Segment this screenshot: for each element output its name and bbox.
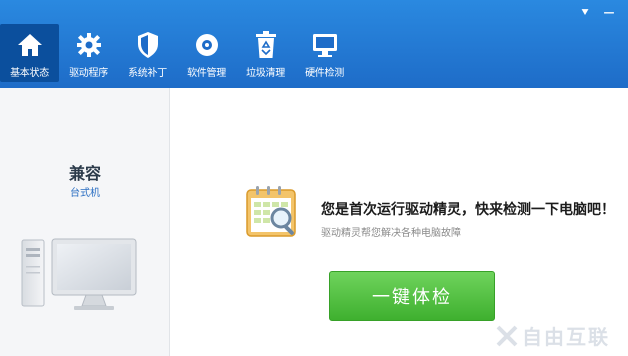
nav-label: 驱动程序 — [69, 68, 108, 79]
disc-icon — [192, 30, 222, 60]
calendar-magnifier-icon — [245, 184, 301, 244]
device-type: 台式机 — [70, 188, 100, 199]
watermark: 自由互联 — [496, 321, 610, 350]
menu-dropdown-button[interactable]: ⯆ — [576, 6, 594, 20]
shield-icon — [133, 30, 163, 60]
window-controls: ⯆ — — [576, 6, 618, 20]
nav-label: 基本状态 — [10, 68, 49, 79]
one-click-check-button[interactable]: 一键体检 — [329, 271, 495, 321]
main-content: 您是首次运行驱动精灵，快来检测一下电脑吧！ 驱动精灵帮您解决各种电脑故障 一键体… — [171, 88, 628, 356]
recycle-bin-icon — [251, 30, 281, 60]
nav-item-basic-status[interactable]: 基本状态 — [0, 24, 59, 82]
nav-label: 系统补丁 — [128, 68, 167, 79]
main-nav: 基本状态 驱动程序 系统补丁 软件管理 垃圾清理 硬件检测 — [0, 24, 354, 82]
nav-item-system-patch[interactable]: 系统补丁 — [118, 24, 177, 82]
nav-label: 硬件检测 — [305, 68, 344, 79]
device-info-panel: 兼容 台式机 — [0, 88, 170, 356]
gear-icon — [74, 30, 104, 60]
desktop-pc-icon — [20, 236, 140, 320]
nav-item-drivers[interactable]: 驱动程序 — [59, 24, 118, 82]
watermark-text: 自由互联 — [522, 325, 610, 349]
minimize-button[interactable]: — — [600, 6, 618, 20]
device-name: 兼容 — [68, 164, 101, 183]
nav-item-junk-cleanup[interactable]: 垃圾清理 — [236, 24, 295, 82]
watermark-logo-icon — [496, 325, 518, 346]
nav-item-software-management[interactable]: 软件管理 — [177, 24, 236, 82]
nav-label: 软件管理 — [187, 68, 226, 79]
nav-item-hardware-detection[interactable]: 硬件检测 — [295, 24, 354, 82]
first-run-headline: 您是首次运行驱动精灵，快来检测一下电脑吧！ — [321, 202, 615, 218]
first-run-subtitle: 驱动精灵帮您解决各种电脑故障 — [321, 228, 461, 239]
nav-label: 垃圾清理 — [246, 68, 285, 79]
monitor-icon — [310, 30, 340, 60]
home-icon — [15, 30, 45, 60]
top-bar: ⯆ — 基本状态 驱动程序 系统补丁 软件管理 垃圾清理 硬件检测 — [0, 0, 628, 88]
